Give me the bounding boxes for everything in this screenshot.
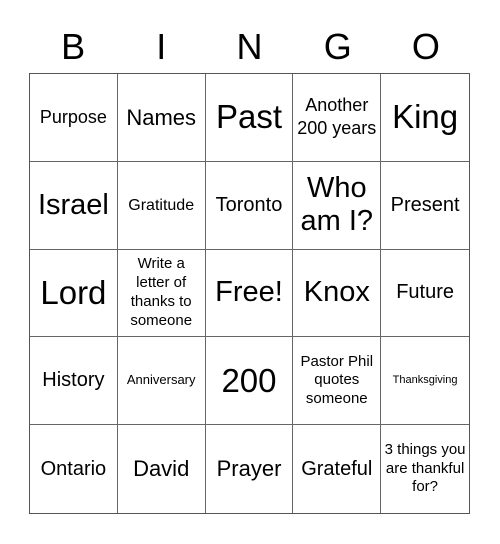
- header-letter-o: O: [411, 26, 440, 67]
- bingo-header: B I N G O: [29, 22, 470, 72]
- bingo-cell[interactable]: Knox: [293, 249, 382, 338]
- header-letter-i: I: [156, 26, 167, 67]
- bingo-cell[interactable]: Grateful: [293, 425, 382, 513]
- header-letter-n: N: [236, 26, 263, 67]
- bingo-cell[interactable]: 200: [205, 337, 294, 426]
- bingo-cell[interactable]: Write a letter of thanks to someone: [117, 249, 206, 338]
- bingo-cell[interactable]: Free!: [205, 249, 294, 338]
- bingo-cell[interactable]: Purpose: [30, 74, 118, 162]
- bingo-cell[interactable]: Another 200 years: [293, 74, 382, 162]
- bingo-cell[interactable]: Future: [381, 250, 469, 338]
- bingo-cell[interactable]: Toronto: [205, 161, 294, 250]
- bingo-card-grid: Purpose Names Past Another 200 years Kin…: [29, 73, 470, 514]
- bingo-cell[interactable]: Thanksgiving: [381, 337, 469, 426]
- bingo-cell[interactable]: Pastor Phil quotes someone: [293, 337, 382, 426]
- bingo-cell[interactable]: Names: [117, 74, 206, 162]
- bingo-cell[interactable]: Past: [205, 74, 294, 162]
- header-letter-b: B: [61, 26, 86, 67]
- header-letter-g: G: [323, 26, 352, 67]
- bingo-cell[interactable]: Israel: [30, 161, 118, 250]
- bingo-cell[interactable]: Prayer: [206, 425, 294, 513]
- bingo-cell[interactable]: History: [30, 337, 118, 426]
- bingo-cell[interactable]: Gratitude: [117, 161, 206, 250]
- bingo-cell[interactable]: King: [381, 74, 469, 162]
- bingo-cell[interactable]: David: [118, 425, 206, 513]
- bingo-cell[interactable]: Ontario: [30, 425, 118, 513]
- bingo-cell[interactable]: Lord: [30, 249, 118, 338]
- bingo-cell[interactable]: Who am I?: [293, 161, 382, 250]
- bingo-cell[interactable]: Anniversary: [117, 337, 206, 426]
- bingo-cell[interactable]: Present: [381, 162, 469, 250]
- bingo-cell[interactable]: 3 things you are thankful for?: [381, 425, 469, 513]
